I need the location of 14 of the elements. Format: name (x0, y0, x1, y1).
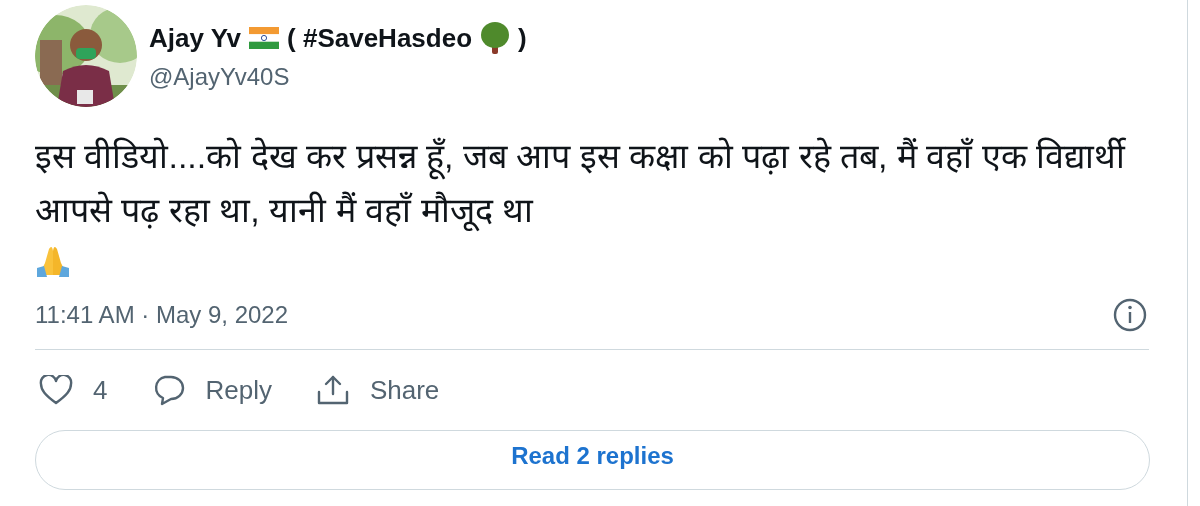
share-link[interactable]: Share (369, 370, 440, 410)
author-handle[interactable]: @AjayYv40S (149, 59, 527, 95)
heart-icon[interactable] (39, 375, 73, 405)
like-count[interactable]: 4 (93, 370, 108, 410)
bracket-text: ) (518, 21, 527, 55)
author-name[interactable]: Ajay Yv (149, 18, 242, 58)
reply-link[interactable]: Reply (205, 370, 272, 410)
share-icon[interactable] (315, 374, 350, 406)
flag-icon (249, 27, 280, 49)
tree-icon (480, 22, 511, 54)
hashtag-text: ( #SaveHasdeo (287, 21, 473, 55)
tweet-text: इस वीडियो....को देख कर प्रसन्न हूँ, जब आप इस कक्षा को पढ़ा रहे तब, मैं वहाँ एक विद्यार्थी आपसे पढ़ रहा था, यानी मैं वहाँ मौजूद था (35, 136, 1127, 233)
info-icon[interactable] (1113, 298, 1147, 332)
timestamp[interactable]: 11:41 AM · May 9, 2022 (35, 297, 289, 333)
